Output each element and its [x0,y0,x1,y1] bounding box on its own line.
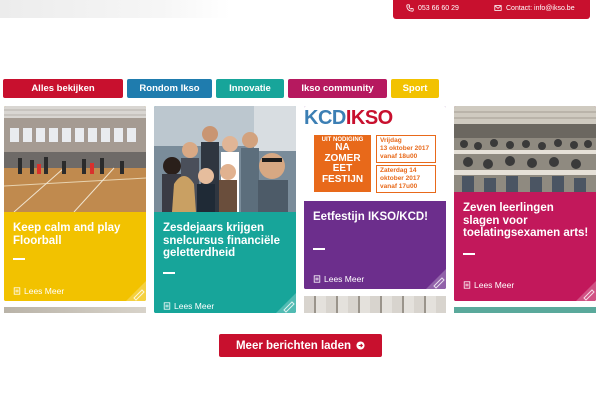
filter-innovatie-button[interactable]: Innovatie [216,79,284,98]
card-body: Zesdejaars krijgen snelcursus financiële… [154,212,296,313]
card-title-underline [313,248,325,250]
card-title: Keep calm and play Floorball [13,222,121,247]
card-title-underline [463,253,475,255]
document-icon [163,302,171,310]
card-title: Zeven leerlingen slagen voor toelatingse… [463,202,589,239]
card-title-underline [163,272,175,274]
category-filter-bar: Alles bekijken Rondom Ikso Innovatie Iks… [0,79,600,98]
next-card-peek [454,307,596,313]
poster-brand: KCDIKSO [304,107,393,129]
header-fade [0,0,230,18]
card-title: Eetfestijn IKSO/KCD! [313,211,429,223]
load-more-button[interactable]: Meer berichten laden [219,334,382,357]
poster-invite-block: UIT NODIGING NA ZOMER EET FESTIJN [314,135,371,192]
card-photo-sports-hall [4,106,146,212]
card-body: Zeven leerlingen slagen voor toelatingse… [454,192,596,301]
email-label: Contact: info@ikso.be [506,4,575,12]
pencil-icon [126,281,146,301]
pencil-icon [276,293,296,313]
pencil-icon [576,281,596,301]
news-card-eetfestijn[interactable]: KCDIKSO UIT NODIGING NA ZOMER EET FESTIJ… [304,106,446,289]
card-title-underline [13,258,25,260]
news-card-floorball[interactable]: Keep calm and play Floorball Lees Meer [4,106,146,301]
read-more-link[interactable]: Lees Meer [163,301,214,311]
read-more-link[interactable]: Lees Meer [463,280,514,290]
filter-ikso-community-button[interactable]: Ikso community [288,79,387,98]
filter-sport-button[interactable]: Sport [391,79,439,98]
filter-all-button[interactable]: Alles bekijken [3,79,123,98]
filter-rondom-ikso-button[interactable]: Rondom Ikso [127,79,212,98]
pencil-icon [426,269,446,289]
news-card-financial-literacy[interactable]: Zesdejaars krijgen snelcursus financiële… [154,106,296,313]
phone-link[interactable]: 053 66 60 29 [406,4,459,12]
card-body: Keep calm and play Floorball Lees Meer [4,212,146,301]
phone-number: 053 66 60 29 [418,4,459,12]
card-body: Eetfestijn IKSO/KCD! Lees Meer [304,201,446,289]
contact-bar: 053 66 60 29 Contact: info@ikso.be [393,0,590,19]
poster-date-friday: Vrijdag 13 oktober 2017 vanaf 18u00 [376,135,436,163]
read-more-link[interactable]: Lees Meer [13,286,64,296]
next-card-peek [304,296,446,313]
arrow-right-circle-icon [356,341,365,350]
document-icon [13,287,21,295]
email-link[interactable]: Contact: info@ikso.be [494,4,575,12]
read-more-link[interactable]: Lees Meer [313,274,364,284]
mail-icon [494,5,502,11]
document-icon [313,275,321,283]
next-card-peek [4,307,146,313]
card-photo-exam-hall [454,106,596,192]
document-icon [463,281,471,289]
news-card-toelatingsexamen[interactable]: Zeven leerlingen slagen voor toelatingse… [454,106,596,301]
card-title: Zesdejaars krijgen snelcursus financiële… [163,222,280,259]
phone-icon [406,4,414,12]
poster-date-saturday: Zaterdag 14 oktober 2017 vanaf 17u00 [376,165,436,193]
card-poster-eetfestijn: KCDIKSO UIT NODIGING NA ZOMER EET FESTIJ… [304,106,446,201]
card-photo-students-selfie [154,106,296,212]
